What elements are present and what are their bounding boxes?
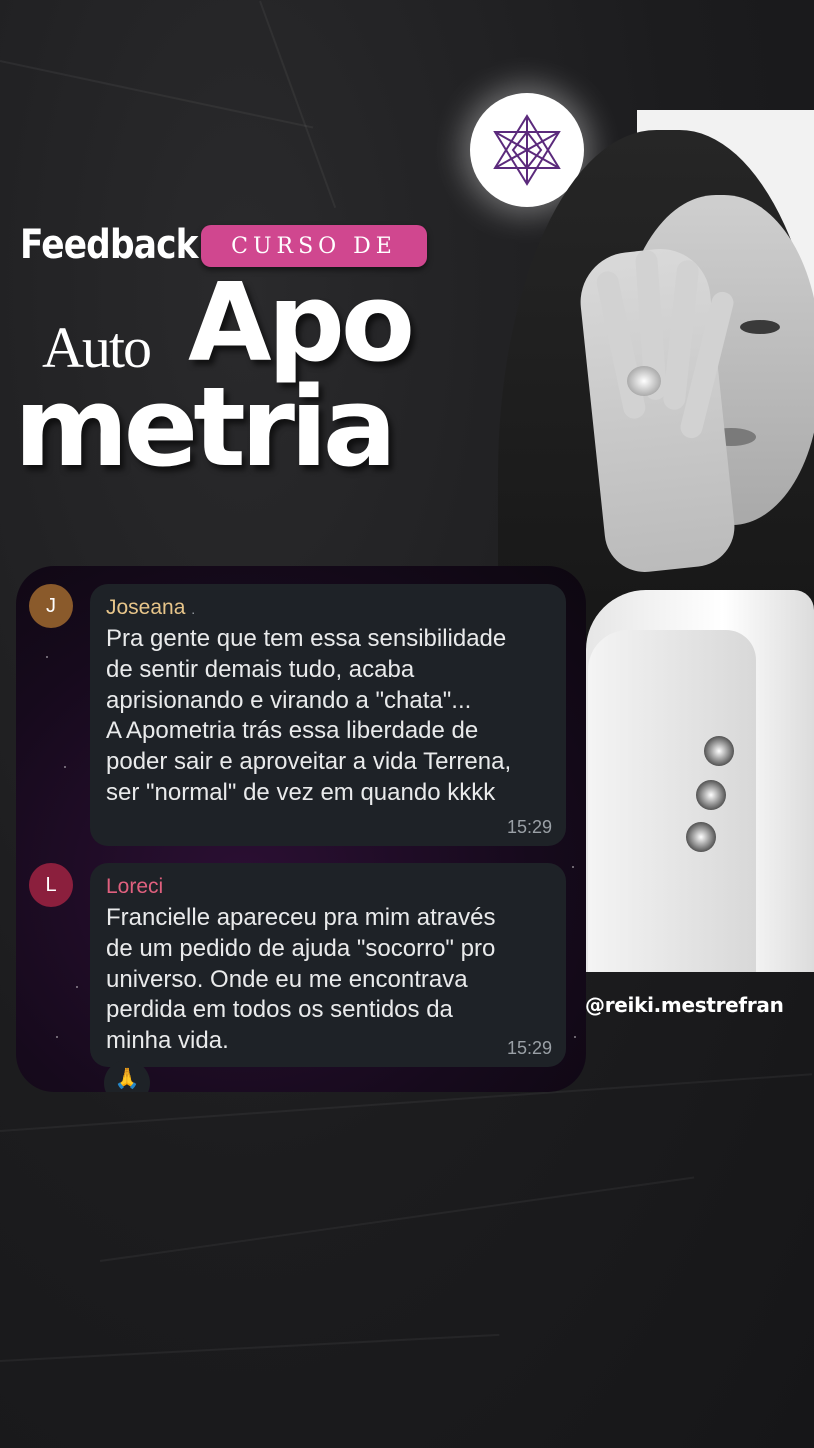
message-bubble[interactable]: Loreci Francielle apareceu pra mim atrav… (90, 863, 566, 1067)
avatar-initial: L (45, 873, 57, 896)
star-dot (46, 656, 48, 658)
star-dot (64, 766, 66, 768)
jacket-button-icon (704, 736, 734, 766)
message-text: Francielle apareceu pra mim através de u… (106, 904, 496, 1055)
ring-icon (627, 366, 661, 396)
message-time: 15:29 (506, 1038, 552, 1058)
paper-crease (0, 60, 314, 129)
instagram-handle: @reiki.mestrefran (585, 993, 784, 1017)
sender-name: Loreci (106, 875, 164, 898)
star-dot (56, 1036, 58, 1038)
paper-crease (99, 1176, 695, 1262)
star-dot (572, 866, 574, 868)
paper-crease (259, 0, 337, 209)
title-metria: metria (14, 363, 397, 491)
paper-crease (0, 1333, 500, 1362)
avatar-initial: J (46, 594, 56, 617)
avatar[interactable]: L (29, 863, 73, 907)
message-bubble[interactable]: Joseana . Pra gente que tem essa sensibi… (90, 584, 566, 846)
title-feedback: Feedback (20, 222, 198, 268)
chat-screenshot: J Joseana . Pra gente que tem essa sensi… (16, 566, 586, 1092)
title-apo: Apo (188, 261, 415, 386)
avatar[interactable]: J (29, 584, 73, 628)
portrait-eye (740, 320, 780, 334)
star-dot (574, 1036, 576, 1038)
jacket-button-icon (696, 780, 726, 810)
message-time: 15:29 (506, 817, 552, 837)
portrait-sleeve (588, 630, 756, 972)
sender-name: Joseana . (106, 596, 196, 619)
star-dot (76, 986, 78, 988)
jacket-button-icon (686, 822, 716, 852)
message-text: Pra gente que tem essa sensibilidade de … (106, 625, 512, 806)
